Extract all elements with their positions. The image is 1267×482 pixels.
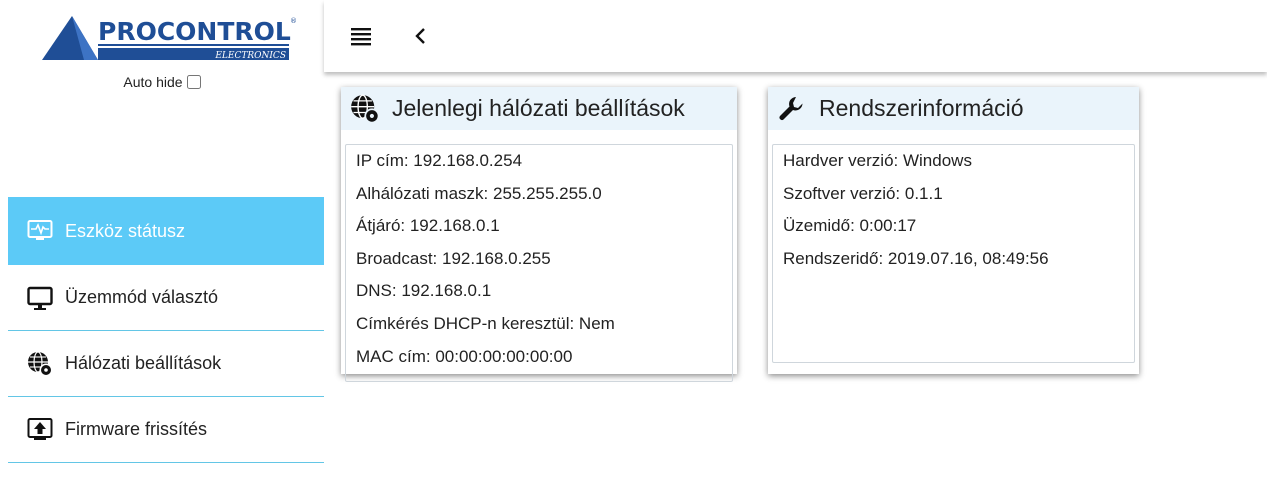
info-row-broadcast: Broadcast: 192.168.0.255 — [356, 248, 551, 268]
sidebar-item-label: Eszköz státusz — [65, 220, 186, 241]
info-row-mac: MAC cím: 00:00:00:00:00:00 — [356, 346, 573, 366]
card-title: Jelenlegi hálózati beállítások — [392, 95, 685, 121]
logo-mark: ® — [290, 17, 297, 25]
info-row-dns: DNS: 192.168.0.1 — [356, 281, 492, 301]
card-body: Hardver verzió: Windows Szoftver verzió:… — [772, 144, 1135, 363]
sidebar-item-halozati-beallitasok[interactable]: Hálózati beállítások — [8, 331, 324, 397]
main-content: Jelenlegi hálózati beállítások IP cím: 1… — [324, 72, 1267, 482]
card-body: IP cím: 192.168.0.254 Alhálózati maszk: … — [345, 144, 733, 383]
info-row-system-time: Rendszeridő: 2019.07.16, 08:49:56 — [783, 248, 1049, 268]
sidebar: PROCONTROL ELECTRONICS ® Auto hide Eszkö… — [0, 0, 324, 482]
sidebar-item-label: Firmware frissítés — [65, 419, 208, 439]
auto-hide: Auto hide — [0, 74, 324, 90]
card-title: Rendszerinformáció — [819, 95, 1024, 121]
system-info-card: Rendszerinformáció Hardver verzió: Windo… — [768, 87, 1139, 374]
sidebar-item-label: Hálózati beállítások — [65, 353, 222, 373]
upload-icon — [27, 417, 53, 443]
info-row-subnet: Alhálózati maszk: 255.255.255.0 — [356, 183, 602, 203]
info-row-gateway: Átjáró: 192.168.0.1 — [356, 216, 500, 236]
card-header: Rendszerinformáció — [768, 87, 1139, 130]
monitor-pulse-icon — [27, 218, 53, 244]
sidebar-nav: Eszköz státusz Üzemmód választó Hálózati… — [8, 197, 324, 463]
monitor-icon — [27, 285, 53, 311]
top-bar — [324, 0, 1267, 72]
globe-gear-icon — [27, 350, 53, 377]
globe-gear-icon — [350, 93, 380, 124]
info-row-software: Szoftver verzió: 0.1.1 — [783, 183, 943, 203]
info-row-uptime: Üzemidő: 0:00:17 — [783, 216, 917, 236]
info-row-dhcp: Címkérés DHCP-n keresztül: Nem — [356, 313, 615, 333]
chevron-left-icon[interactable] — [414, 26, 428, 46]
info-row-ip: IP cím: 192.168.0.254 — [356, 151, 523, 170]
sidebar-item-uzemmod-valaszto[interactable]: Üzemmód választó — [8, 265, 324, 331]
logo-sub: ELECTRONICS — [214, 51, 286, 61]
procontrol-logo: PROCONTROL ELECTRONICS ® — [42, 16, 297, 61]
sidebar-item-eszkoz-statusz[interactable]: Eszköz státusz — [8, 197, 324, 265]
card-header: Jelenlegi hálózati beállítások — [341, 87, 737, 130]
auto-hide-label: Auto hide — [123, 74, 183, 90]
network-settings-card: Jelenlegi hálózati beállítások IP cím: 1… — [341, 87, 737, 383]
info-row-hardware: Hardver verzió: Windows — [783, 151, 972, 170]
sidebar-item-label: Üzemmód választó — [65, 287, 219, 307]
logo-brand: PROCONTROL — [98, 17, 291, 46]
hamburger-icon[interactable] — [350, 25, 372, 47]
wrench-icon — [777, 94, 807, 124]
auto-hide-checkbox[interactable] — [186, 75, 201, 89]
sidebar-item-firmware-frissites[interactable]: Firmware frissítés — [8, 397, 324, 463]
